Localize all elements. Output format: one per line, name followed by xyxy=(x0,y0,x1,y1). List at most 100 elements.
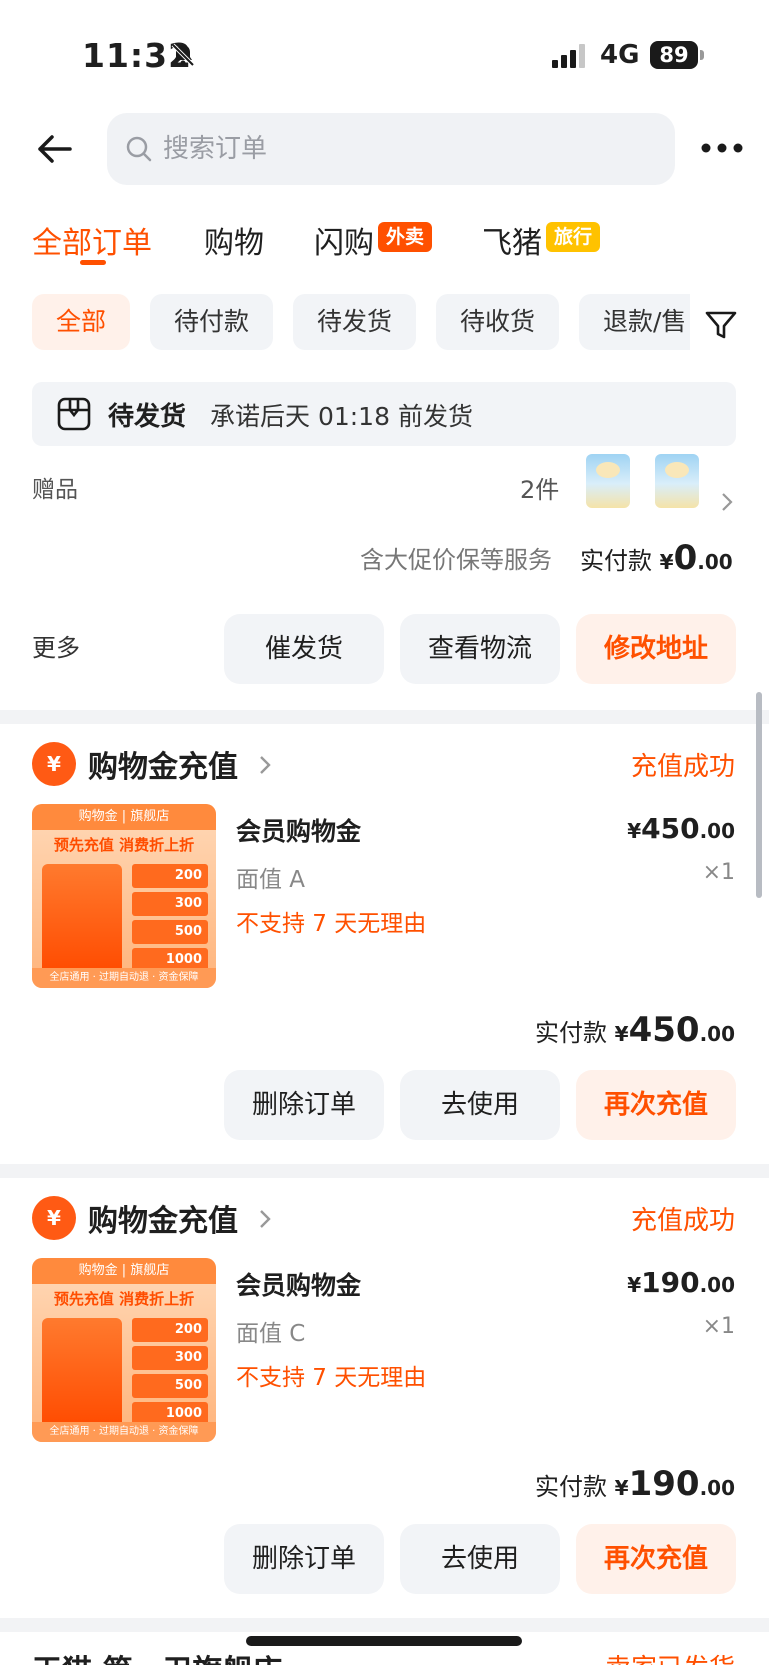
package-box-icon xyxy=(57,397,91,431)
view-logistics-button[interactable]: 查看物流 xyxy=(400,614,560,684)
price-decimal: .00 xyxy=(699,1273,735,1297)
shop-name[interactable]: 天猫 第一卫旗舰店 xyxy=(32,1646,282,1665)
status-bar: 11:32 4G 89 xyxy=(0,0,769,105)
paid-integer: 450 xyxy=(628,1010,700,1050)
search-input[interactable] xyxy=(163,127,643,171)
product-image-package xyxy=(42,864,122,974)
yen-icon: ¥ xyxy=(47,752,61,776)
gift-count: 2件 xyxy=(520,476,560,504)
product-spec: 面值 C xyxy=(236,1321,306,1347)
order-card-pending-shipment: 待发货 承诺后天 01:18 前发货 赠品 2件 含大促价保等服务 实付款 ¥0… xyxy=(0,370,769,710)
use-now-button[interactable]: 去使用 xyxy=(400,1524,560,1594)
paid-decimal: .00 xyxy=(699,1022,735,1046)
search-icon xyxy=(126,136,152,162)
product-name[interactable]: 会员购物金 xyxy=(236,1266,361,1302)
product-image[interactable]: 购物金 | 旗舰店 预先充值 消费折上折 200 300 500 1000 全店… xyxy=(32,804,216,988)
network-type: 4G xyxy=(600,40,640,70)
paid-amount: 实付款 ¥190.00 xyxy=(535,1464,735,1504)
paid-label: 实付款 xyxy=(535,1019,608,1047)
edit-address-button[interactable]: 修改地址 xyxy=(576,614,736,684)
chip-pending-receipt[interactable]: 待收货 xyxy=(436,294,560,350)
product-price: ¥450.00 xyxy=(627,812,735,845)
battery-indicator: 89 xyxy=(650,41,698,69)
product-name[interactable]: 会员购物金 xyxy=(236,812,361,848)
search-bar[interactable] xyxy=(107,113,675,185)
product-image-value: 300 xyxy=(132,1346,208,1370)
paid-amount: 实付款 ¥0.00 xyxy=(580,538,733,578)
wallet-bag-icon: ¥ xyxy=(32,1196,76,1240)
product-quantity: ×1 xyxy=(702,1314,735,1339)
tab-flash-buy[interactable]: 闪购 xyxy=(314,218,374,262)
delete-order-button[interactable]: 删除订单 xyxy=(224,1070,384,1140)
product-price: ¥190.00 xyxy=(627,1266,735,1299)
order-status: 卖家已发货 xyxy=(605,1648,735,1665)
more-dots-icon[interactable] xyxy=(700,141,744,155)
status-filter-chips: 全部 待付款 待发货 待收货 退款/售 xyxy=(0,280,769,370)
paid-decimal: .00 xyxy=(699,1476,735,1500)
shipment-notice: 待发货 承诺后天 01:18 前发货 xyxy=(32,382,736,446)
currency-symbol: ¥ xyxy=(627,819,642,843)
product-quantity: ×1 xyxy=(702,860,735,885)
paid-label: 实付款 xyxy=(580,547,652,575)
gift-label: 赠品 xyxy=(32,477,78,503)
mute-bell-icon xyxy=(171,43,195,67)
signal-icon xyxy=(552,44,585,68)
paid-amount: 实付款 ¥450.00 xyxy=(535,1010,735,1050)
currency-symbol: ¥ xyxy=(614,1022,629,1046)
chip-pending-shipment[interactable]: 待发货 xyxy=(293,294,417,350)
gift-thumbnail[interactable] xyxy=(586,454,630,508)
chip-pending-payment[interactable]: 待付款 xyxy=(150,294,274,350)
card-divider xyxy=(0,710,769,724)
product-image-values: 200 300 500 1000 xyxy=(132,864,208,976)
product-image-footer: 全店通用 · 过期自动退 · 资金保障 xyxy=(32,968,216,988)
yen-icon: ¥ xyxy=(47,1206,61,1230)
gift-thumbnail[interactable] xyxy=(655,454,699,508)
paid-integer: 190 xyxy=(628,1464,700,1504)
currency-symbol: ¥ xyxy=(627,1273,642,1297)
order-card-recharge: ¥ 购物金充值 充值成功 购物金 | 旗舰店 预先充值 消费折上折 200 30… xyxy=(0,724,769,1164)
product-image-value: 300 xyxy=(132,892,208,916)
active-tab-indicator xyxy=(80,260,106,265)
notice-text: 承诺后天 01:18 前发货 xyxy=(210,402,473,431)
chevron-right-icon[interactable] xyxy=(258,754,272,776)
card-divider xyxy=(0,1164,769,1178)
product-image-values: 200 300 500 1000 xyxy=(132,1318,208,1430)
order-status: 充值成功 xyxy=(630,752,735,782)
shop-name[interactable]: 购物金充值 xyxy=(88,742,238,786)
order-card-recharge: ¥ 购物金充值 充值成功 购物金 | 旗舰店 预先充值 消费折上折 200 30… xyxy=(0,1178,769,1618)
product-image[interactable]: 购物金 | 旗舰店 预先充值 消费折上折 200 300 500 1000 全店… xyxy=(32,1258,216,1442)
delete-order-button[interactable]: 删除订单 xyxy=(224,1524,384,1594)
tab-badge-takeout: 外卖 xyxy=(378,222,433,252)
tab-fliggy[interactable]: 飞猪 xyxy=(482,218,542,262)
more-actions[interactable]: 更多 xyxy=(32,628,80,663)
tab-all-orders[interactable]: 全部订单 xyxy=(32,218,152,262)
back-arrow-icon[interactable] xyxy=(34,129,74,169)
notice-title: 待发货 xyxy=(108,402,187,432)
product-image-value: 500 xyxy=(132,920,208,944)
recharge-again-button[interactable]: 再次充值 xyxy=(576,1070,736,1140)
chevron-right-icon[interactable] xyxy=(720,492,734,512)
scrollbar[interactable] xyxy=(756,692,762,898)
currency-symbol: ¥ xyxy=(659,550,674,574)
battery-tip xyxy=(700,50,704,60)
chevron-right-icon[interactable] xyxy=(258,1208,272,1230)
currency-symbol: ¥ xyxy=(614,1476,629,1500)
product-image-value: 500 xyxy=(132,1374,208,1398)
product-image-value: 200 xyxy=(132,1318,208,1342)
chip-all[interactable]: 全部 xyxy=(32,294,131,350)
urge-shipment-button[interactable]: 催发货 xyxy=(224,614,384,684)
no-return-warning: 不支持 7 天无理由 xyxy=(236,1365,427,1391)
shop-name[interactable]: 购物金充值 xyxy=(88,1196,238,1240)
filter-funnel-icon[interactable] xyxy=(704,308,738,342)
product-image-headline: 预先充值 消费折上折 xyxy=(53,836,195,854)
use-now-button[interactable]: 去使用 xyxy=(400,1070,560,1140)
price-integer: 190 xyxy=(641,1266,700,1299)
product-image-value: 200 xyxy=(132,864,208,888)
product-spec: 面值 A xyxy=(236,867,306,893)
tab-shopping[interactable]: 购物 xyxy=(204,218,264,262)
order-list-page: { "status_bar": { "time": "11:32", "netw… xyxy=(0,0,769,1665)
recharge-again-button[interactable]: 再次充值 xyxy=(576,1524,736,1594)
product-image-headline: 预先充值 消费折上折 xyxy=(53,1290,195,1308)
price-decimal: .00 xyxy=(699,819,735,843)
home-indicator[interactable] xyxy=(246,1636,522,1646)
